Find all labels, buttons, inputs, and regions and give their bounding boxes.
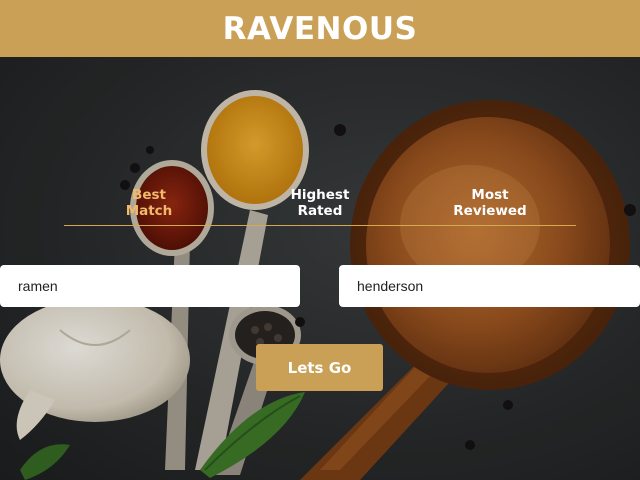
search-term-input[interactable] (0, 265, 300, 307)
sort-option-label-line2: Rated (297, 203, 343, 219)
sort-option-highest-rated[interactable]: Highest Rated (291, 187, 350, 219)
sort-option-label-line2: Match (125, 203, 173, 219)
sort-option-label-line1: Best (132, 187, 166, 203)
sort-option-best-match[interactable]: Best Match (126, 187, 173, 219)
app-title: RAVENOUS (222, 10, 418, 47)
app-page: RAVENOUS Best Match Highest Rated Most R… (0, 0, 640, 480)
sort-option-label-line2: Reviewed (453, 203, 527, 219)
sort-option-label-line1: Most (471, 187, 509, 203)
search-submit-button[interactable]: Lets Go (256, 344, 383, 391)
location-input[interactable] (339, 265, 640, 307)
sort-option-label-line1: Highest (290, 187, 350, 203)
app-header: RAVENOUS (0, 0, 640, 57)
sort-option-most-reviewed[interactable]: Most Reviewed (453, 187, 526, 219)
sort-options-bar: Best Match Highest Rated Most Reviewed (64, 187, 576, 226)
